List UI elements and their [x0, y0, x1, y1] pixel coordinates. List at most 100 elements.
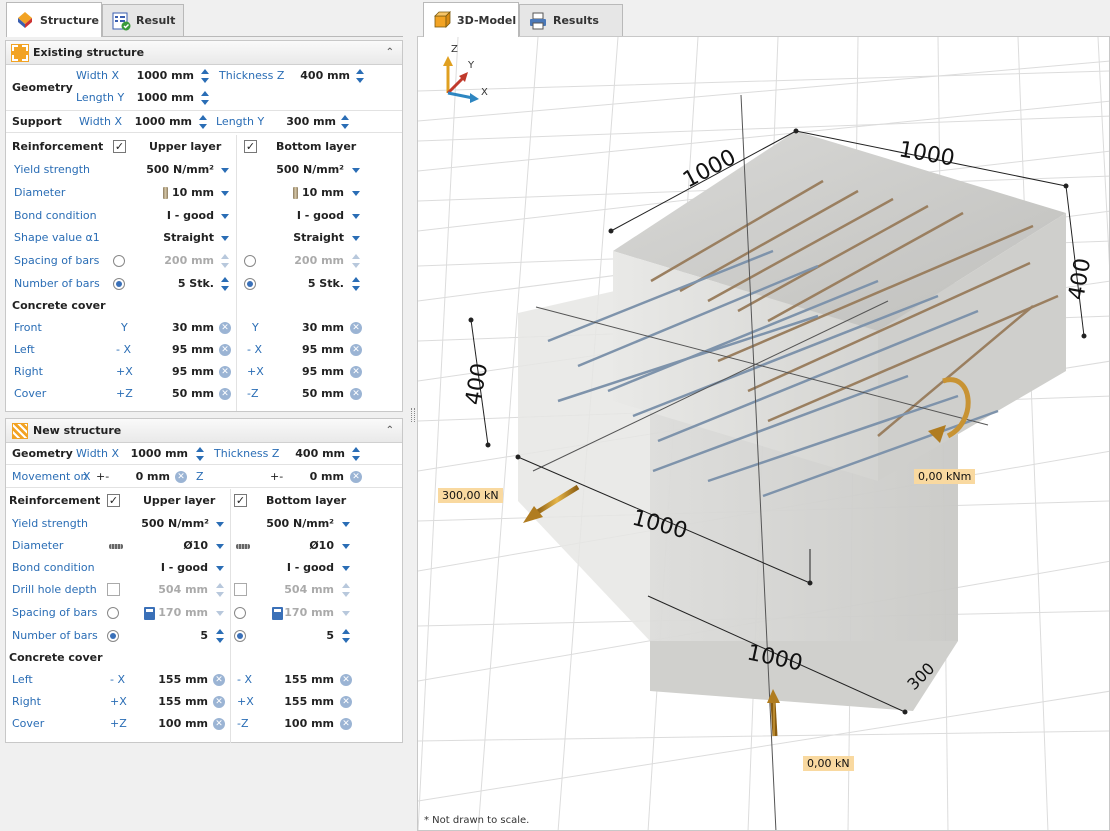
new-number-bottom-value[interactable]: 5	[282, 625, 334, 647]
right-upper-value[interactable]: 95 mm	[136, 361, 214, 383]
shape-upper-dropdown[interactable]	[221, 236, 229, 241]
right-bottom-value[interactable]: 95 mm	[266, 361, 344, 383]
front-upper-value[interactable]: 30 mm	[136, 317, 214, 339]
bottom-layer-checkbox[interactable]: ✓	[244, 140, 257, 153]
new-upper-layer-checkbox[interactable]: ✓	[107, 494, 120, 507]
new-left-upper-value[interactable]: 155 mm	[131, 669, 208, 691]
spacing-bottom-spinner[interactable]	[352, 253, 360, 269]
new-number-upper-value[interactable]: 5	[156, 625, 208, 647]
number-bottom-radio[interactable]	[244, 278, 256, 290]
new-number-bottom-radio[interactable]	[234, 630, 246, 642]
tab-3d-model[interactable]: 3D-Model	[423, 2, 519, 37]
new-diameter-upper-value[interactable]: Ø10	[146, 535, 208, 557]
3d-scene[interactable]: 1000 1000 400 400 1000 1000 300 Z Y X	[418, 37, 1110, 831]
yield-bottom-value[interactable]: 500 N/mm²	[256, 159, 344, 181]
clear-icon[interactable]: ✕	[175, 471, 187, 483]
tab-results[interactable]: Results	[519, 4, 623, 36]
drill-bottom-spinner[interactable]	[342, 582, 350, 598]
bond-bottom-value[interactable]: I - good	[266, 205, 344, 227]
new-number-upper-spinner[interactable]	[216, 628, 224, 644]
new-spacing-upper-dropdown[interactable]	[216, 611, 224, 616]
length-y-value[interactable]: 1000 mm	[126, 87, 194, 109]
calculator-icon[interactable]	[144, 607, 155, 620]
clear-icon[interactable]: ✕	[350, 388, 362, 400]
clear-icon[interactable]: ✕	[213, 696, 225, 708]
movement-x-value[interactable]: 0 mm	[126, 466, 170, 488]
diameter-upper-dropdown[interactable]	[221, 191, 229, 196]
clear-icon[interactable]: ✕	[340, 674, 352, 686]
new-right-bottom-value[interactable]: 155 mm	[257, 691, 334, 713]
diameter-bottom-dropdown[interactable]	[352, 191, 360, 196]
drill-upper-value[interactable]: 504 mm	[131, 579, 208, 601]
support-length-y-spinner[interactable]	[341, 114, 349, 130]
front-bottom-value[interactable]: 30 mm	[266, 317, 344, 339]
collapse-chevron-icon[interactable]: ⌃	[386, 425, 394, 436]
cover-upper-value[interactable]: 50 mm	[136, 383, 214, 405]
new-thickness-z-value[interactable]: 400 mm	[281, 443, 345, 465]
drill-bottom-checkbox[interactable]	[234, 583, 247, 596]
new-bond-bottom-value[interactable]: I - good	[257, 557, 334, 579]
clear-icon[interactable]: ✕	[340, 718, 352, 730]
number-upper-radio[interactable]	[113, 278, 125, 290]
support-length-y-value[interactable]: 300 mm	[270, 111, 336, 133]
spacing-bottom-value[interactable]: 200 mm	[266, 250, 344, 272]
drill-bottom-value[interactable]: 504 mm	[257, 579, 334, 601]
clear-icon[interactable]: ✕	[340, 696, 352, 708]
yield-upper-dropdown[interactable]	[221, 168, 229, 173]
new-bond-bottom-dropdown[interactable]	[342, 566, 350, 571]
clear-icon[interactable]: ✕	[219, 322, 231, 334]
clear-icon[interactable]: ✕	[350, 366, 362, 378]
drill-upper-checkbox[interactable]	[107, 583, 120, 596]
tab-result[interactable]: Result	[102, 4, 184, 36]
diameter-bottom-value[interactable]: 10 mm	[296, 182, 344, 204]
new-right-upper-value[interactable]: 155 mm	[131, 691, 208, 713]
support-width-x-value[interactable]: 1000 mm	[124, 111, 192, 133]
number-upper-value[interactable]: 5 Stk.	[136, 273, 214, 295]
new-left-bottom-value[interactable]: 155 mm	[257, 669, 334, 691]
length-y-spinner[interactable]	[201, 90, 209, 106]
movement-z-value[interactable]: 0 mm	[296, 466, 344, 488]
left-upper-value[interactable]: 95 mm	[136, 339, 214, 361]
3d-viewport[interactable]: 1000 1000 400 400 1000 1000 300 Z Y X 30…	[417, 36, 1110, 831]
clear-icon[interactable]: ✕	[219, 388, 231, 400]
bond-upper-dropdown[interactable]	[221, 214, 229, 219]
shape-bottom-value[interactable]: Straight	[266, 227, 344, 249]
new-spacing-upper-value[interactable]: 170 mm	[156, 602, 208, 624]
yield-bottom-dropdown[interactable]	[352, 168, 360, 173]
existing-structure-header[interactable]: Existing structure ⌃	[6, 41, 402, 65]
new-thickness-z-spinner[interactable]	[352, 446, 360, 462]
spacing-bottom-radio[interactable]	[244, 255, 256, 267]
number-bottom-spinner[interactable]	[352, 276, 360, 292]
diameter-upper-value[interactable]: 10 mm	[166, 182, 214, 204]
new-diameter-bottom-dropdown[interactable]	[342, 544, 350, 549]
thickness-z-value[interactable]: 400 mm	[286, 65, 350, 87]
spacing-upper-spinner[interactable]	[221, 253, 229, 269]
new-spacing-upper-radio[interactable]	[107, 607, 119, 619]
number-upper-spinner[interactable]	[221, 276, 229, 292]
new-cover-bottom-value[interactable]: 100 mm	[257, 713, 334, 735]
clear-icon[interactable]: ✕	[213, 718, 225, 730]
number-bottom-value[interactable]: 5 Stk.	[266, 273, 344, 295]
clear-icon[interactable]: ✕	[350, 471, 362, 483]
new-yield-upper-value[interactable]: 500 N/mm²	[121, 513, 209, 535]
bond-upper-value[interactable]: I - good	[136, 205, 214, 227]
clear-icon[interactable]: ✕	[350, 322, 362, 334]
new-number-upper-radio[interactable]	[107, 630, 119, 642]
thickness-z-spinner[interactable]	[356, 68, 364, 84]
width-x-value[interactable]: 1000 mm	[126, 65, 194, 87]
new-bond-upper-value[interactable]: I - good	[131, 557, 208, 579]
collapse-chevron-icon[interactable]: ⌃	[386, 47, 394, 58]
width-x-spinner[interactable]	[201, 68, 209, 84]
new-bottom-layer-checkbox[interactable]: ✓	[234, 494, 247, 507]
support-width-x-spinner[interactable]	[199, 114, 207, 130]
new-number-bottom-spinner[interactable]	[342, 628, 350, 644]
new-diameter-upper-dropdown[interactable]	[216, 544, 224, 549]
spacing-upper-radio[interactable]	[113, 255, 125, 267]
spacing-upper-value[interactable]: 200 mm	[136, 250, 214, 272]
clear-icon[interactable]: ✕	[213, 674, 225, 686]
new-cover-upper-value[interactable]: 100 mm	[131, 713, 208, 735]
new-spacing-bottom-value[interactable]: 170 mm	[282, 602, 334, 624]
new-yield-upper-dropdown[interactable]	[216, 522, 224, 527]
pane-splitter[interactable]	[407, 0, 417, 831]
bond-bottom-dropdown[interactable]	[352, 214, 360, 219]
